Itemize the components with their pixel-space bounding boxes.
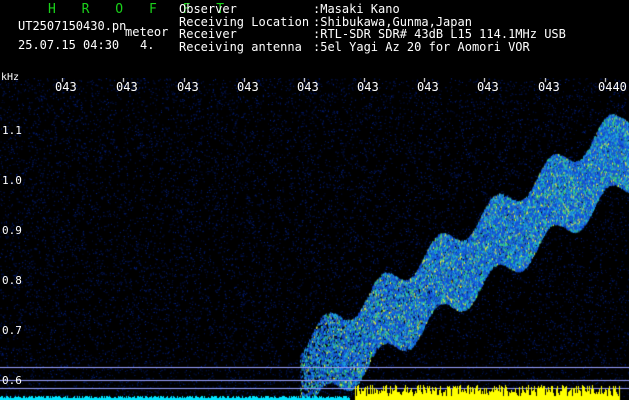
meteor-label: meteor [125, 25, 169, 39]
y-tick-label: 0.9 [2, 224, 22, 237]
x-tick-label: 043 [55, 80, 77, 94]
y-tick-label: 0.8 [2, 274, 22, 287]
station-row-antenna: Receiving antenna:5el Yagi Az 20 for Aom… [179, 39, 530, 54]
x-tick-label: 043 [297, 80, 319, 94]
x-tick-label: 043 [477, 80, 499, 94]
file-name: UT2507150430.pn [18, 19, 127, 33]
y-axis-unit: kHz [1, 72, 20, 83]
y-tick-label: 1.0 [2, 174, 22, 187]
x-tick-label: 043 [357, 80, 379, 94]
y-tick-label: 0.6 [2, 374, 22, 387]
datetime-stamp: 25.07.15 04:30 [18, 38, 120, 52]
y-tick-label: 0.7 [2, 324, 22, 337]
x-tick-label: 043 [177, 80, 199, 94]
x-tick-label: 043 [538, 80, 560, 94]
meteor-count: 4. [140, 38, 155, 52]
x-tick-label: 043 [237, 80, 259, 94]
y-tick-label: 1.1 [2, 124, 22, 137]
x-tick-label: 043 [116, 80, 138, 94]
header-panel: H R O F F T UT2507150430.pn meteor 25.07… [0, 0, 629, 78]
spectrogram-canvas [0, 78, 629, 400]
station-info: Observer:Masaki Kano Receiving Location:… [179, 3, 566, 53]
x-tick-label: 043 [417, 80, 439, 94]
x-tick-label: 0440 [598, 80, 627, 94]
